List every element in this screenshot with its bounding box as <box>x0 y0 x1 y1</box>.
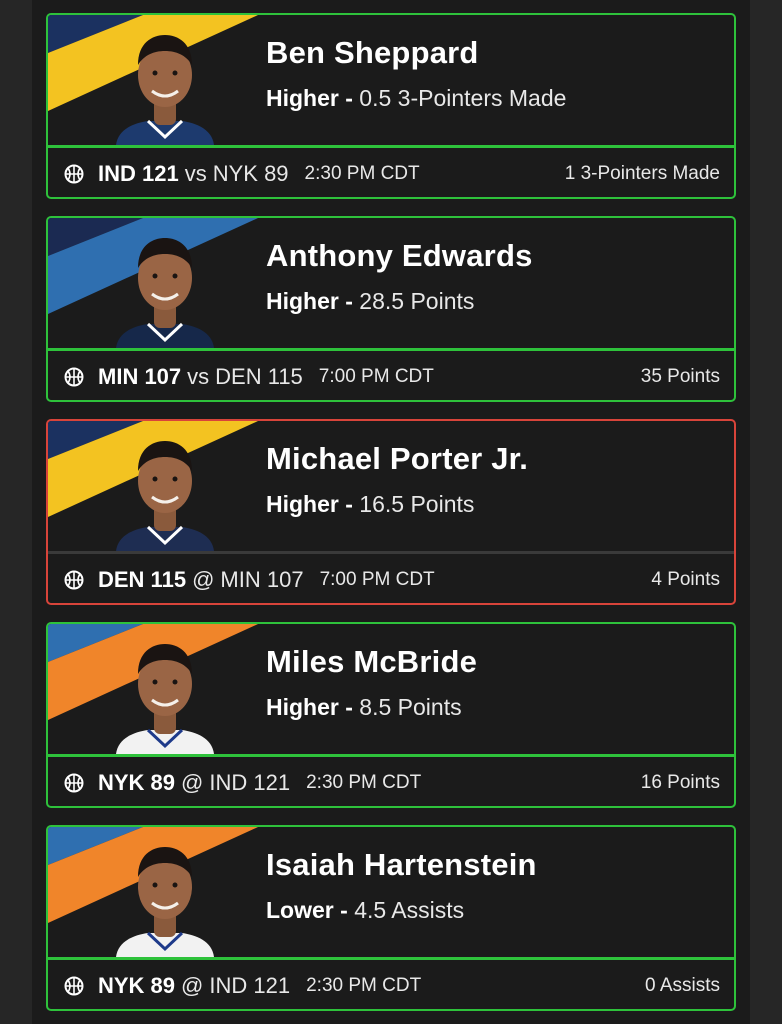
team-b-score: MIN 107 <box>220 566 304 592</box>
pick-dash: - <box>345 491 353 517</box>
pick-dash: - <box>345 85 353 111</box>
player-photo <box>116 238 214 348</box>
game-info-bar: MIN 107 vs DEN 115 7:00 PM CDT 35 Points <box>48 348 734 400</box>
pick-direction: Higher <box>266 288 339 314</box>
pick-stat-line: 28.5 Points <box>359 288 475 314</box>
game-info-bar: NYK 89 @ IND 121 2:30 PM CDT 16 Points <box>48 754 734 806</box>
team-a-score: MIN 107 <box>98 363 182 389</box>
pick-card[interactable]: Isaiah Hartenstein Lower - 4.5 Assists N… <box>46 825 736 1011</box>
matchup-separator: @ <box>181 769 204 795</box>
player-name: Michael Porter Jr. <box>266 441 529 476</box>
pick-direction: Higher <box>266 491 339 517</box>
game-info-bar: IND 121 vs NYK 89 2:30 PM CDT 1 3-Pointe… <box>48 145 734 197</box>
pick-dash: - <box>340 897 348 923</box>
game-time: 2:30 PM CDT <box>306 771 422 793</box>
stat-result: 0 Assists <box>645 974 720 996</box>
team-b-score: IND 121 <box>209 769 291 795</box>
pick-card[interactable]: Anthony Edwards Higher - 28.5 Points MIN… <box>46 216 736 402</box>
basketball-icon <box>64 773 84 792</box>
pick-card[interactable]: Miles McBride Higher - 8.5 Points NYK 89… <box>46 622 736 808</box>
pick-dash: - <box>345 288 353 314</box>
stat-result: 35 Points <box>640 365 720 387</box>
game-time: 2:30 PM CDT <box>306 974 422 996</box>
pick-line: Higher - 0.5 3-Pointers Made <box>266 85 566 112</box>
player-photo <box>116 847 214 957</box>
pick-dash: - <box>345 694 353 720</box>
stat-result: 4 Points <box>651 568 720 590</box>
game-info-bar: NYK 89 @ IND 121 2:30 PM CDT 0 Assists <box>48 957 734 1009</box>
team-b-score: NYK 89 <box>212 160 289 186</box>
player-name: Anthony Edwards <box>266 238 533 273</box>
player-name: Miles McBride <box>266 644 478 679</box>
pick-header: Miles McBride Higher - 8.5 Points <box>48 624 734 754</box>
matchup-separator: @ <box>192 566 215 592</box>
basketball-icon <box>64 164 84 183</box>
pick-direction: Higher <box>266 694 339 720</box>
game-time: 7:00 PM CDT <box>319 568 435 590</box>
basketball-icon <box>64 570 84 589</box>
pick-stat-line: 16.5 Points <box>359 491 475 517</box>
game-score: NYK 89 @ IND 121 <box>98 770 290 796</box>
team-b-score: DEN 115 <box>215 363 303 389</box>
pick-line: Higher - 16.5 Points <box>266 491 474 518</box>
pick-line: Higher - 28.5 Points <box>266 288 474 315</box>
stat-result: 16 Points <box>640 771 720 793</box>
team-b-score: IND 121 <box>209 972 291 998</box>
game-time: 7:00 PM CDT <box>318 365 434 387</box>
pick-header: Isaiah Hartenstein Lower - 4.5 Assists <box>48 827 734 957</box>
player-name: Ben Sheppard <box>266 35 479 70</box>
matchup-separator: @ <box>181 972 204 998</box>
game-score: MIN 107 vs DEN 115 <box>98 364 303 390</box>
pick-stat-line: 8.5 Points <box>359 694 462 720</box>
game-score: IND 121 vs NYK 89 <box>98 161 289 187</box>
pick-header: Michael Porter Jr. Higher - 16.5 Points <box>48 421 734 551</box>
pick-header: Ben Sheppard Higher - 0.5 3-Pointers Mad… <box>48 15 734 145</box>
team-a-score: DEN 115 <box>98 566 187 592</box>
basketball-icon <box>64 976 84 995</box>
player-photo <box>116 644 214 754</box>
pick-header: Anthony Edwards Higher - 28.5 Points <box>48 218 734 348</box>
pick-direction: Higher <box>266 85 339 111</box>
game-info-bar: DEN 115 @ MIN 107 7:00 PM CDT 4 Points <box>48 551 734 603</box>
game-time: 2:30 PM CDT <box>304 162 420 184</box>
stat-result: 1 3-Pointers Made <box>564 162 720 184</box>
matchup-separator: vs <box>184 160 207 186</box>
team-a-score: IND 121 <box>98 160 179 186</box>
team-a-score: NYK 89 <box>98 972 176 998</box>
player-photo <box>116 441 214 551</box>
team-a-score: NYK 89 <box>98 769 176 795</box>
pick-stat-line: 0.5 3-Pointers Made <box>359 85 567 111</box>
game-score: DEN 115 @ MIN 107 <box>98 567 304 593</box>
pick-direction: Lower <box>266 897 334 923</box>
player-photo <box>116 35 214 145</box>
pick-stat-line: 4.5 Assists <box>354 897 465 923</box>
player-name: Isaiah Hartenstein <box>266 847 537 882</box>
pick-line: Higher - 8.5 Points <box>266 694 462 721</box>
pick-line: Lower - 4.5 Assists <box>266 897 464 924</box>
basketball-icon <box>64 367 84 386</box>
pick-card[interactable]: Michael Porter Jr. Higher - 16.5 Points … <box>46 419 736 605</box>
game-score: NYK 89 @ IND 121 <box>98 973 290 999</box>
pick-card[interactable]: Ben Sheppard Higher - 0.5 3-Pointers Mad… <box>46 13 736 199</box>
matchup-separator: vs <box>187 363 210 389</box>
